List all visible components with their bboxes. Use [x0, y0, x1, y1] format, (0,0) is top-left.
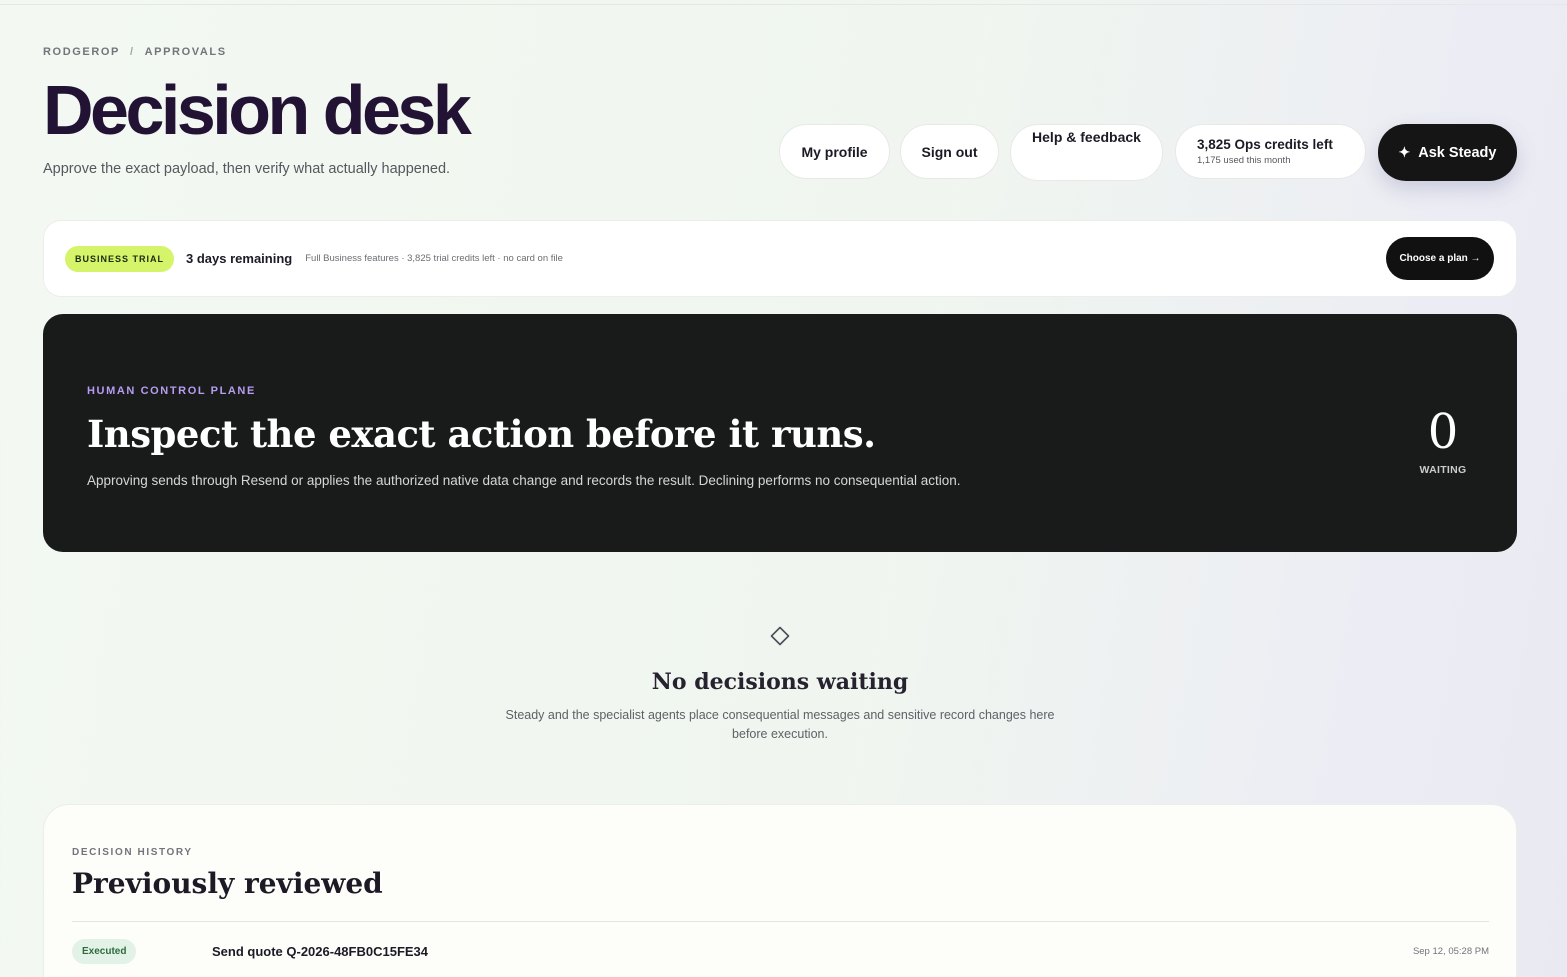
page-subtitle: Approve the exact payload, then verify w… — [43, 161, 451, 177]
ask-steady-button[interactable]: ✦ Ask Steady — [1378, 124, 1517, 181]
decision-history-panel: DECISION HISTORY Previously reviewed Exe… — [43, 804, 1517, 977]
credits-left: 3,825 Ops credits left — [1197, 137, 1333, 152]
help-feedback-label: Help & feedback — [1032, 129, 1141, 145]
trial-days-remaining: 3 days remaining — [186, 251, 293, 266]
waiting-label: WAITING — [1419, 464, 1467, 476]
hero-title: Inspect the exact action before it runs. — [87, 412, 876, 456]
trial-badge: BUSINESS TRIAL — [65, 245, 175, 272]
control-plane-hero: HUMAN CONTROL PLANE Inspect the exact ac… — [43, 314, 1517, 552]
history-divider — [72, 921, 1489, 922]
empty-state-description: Steady and the specialist agents place c… — [505, 708, 1055, 741]
sparkle-icon: ✦ — [1398, 144, 1411, 160]
diamond-icon — [770, 626, 790, 646]
history-kicker: DECISION HISTORY — [72, 847, 193, 858]
waiting-count: 0 — [1427, 404, 1459, 460]
page-title: Decision desk — [43, 71, 472, 149]
ask-steady-label: Ask Steady — [1418, 144, 1497, 161]
my-profile-button[interactable]: My profile — [779, 124, 890, 179]
breadcrumb: RODGEROP / APPROVALS — [43, 46, 227, 58]
top-divider — [0, 4, 1567, 5]
trial-banner: BUSINESS TRIAL 3 days remaining Full Bus… — [43, 220, 1517, 297]
credits-used: 1,175 used this month — [1197, 155, 1291, 166]
help-feedback-button[interactable]: Help & feedback — [1010, 124, 1163, 181]
credits-indicator[interactable]: 3,825 Ops credits left 1,175 used this m… — [1175, 124, 1366, 179]
history-row-time: Sep 12, 05:28 PM — [1412, 946, 1489, 957]
history-title: Previously reviewed — [72, 867, 383, 900]
empty-state-title: No decisions waiting — [651, 669, 909, 695]
hero-description: Approving sends through Resend or applie… — [87, 473, 961, 488]
history-row-title: Send quote Q-2026-48FB0C15FE34 — [212, 944, 429, 959]
breadcrumb-org[interactable]: RODGEROP — [43, 46, 120, 58]
history-row[interactable]: Executed Send quote Q-2026-48FB0C15FE34 … — [72, 937, 1489, 967]
hero-kicker: HUMAN CONTROL PLANE — [87, 385, 256, 397]
trial-meta: Full Business features · 3,825 trial cre… — [305, 253, 563, 264]
breadcrumb-section: APPROVALS — [144, 46, 227, 58]
breadcrumb-separator: / — [129, 46, 135, 58]
choose-plan-button[interactable]: Choose a plan → — [1386, 237, 1494, 280]
sign-out-button[interactable]: Sign out — [900, 124, 999, 179]
status-badge: Executed — [72, 939, 137, 964]
